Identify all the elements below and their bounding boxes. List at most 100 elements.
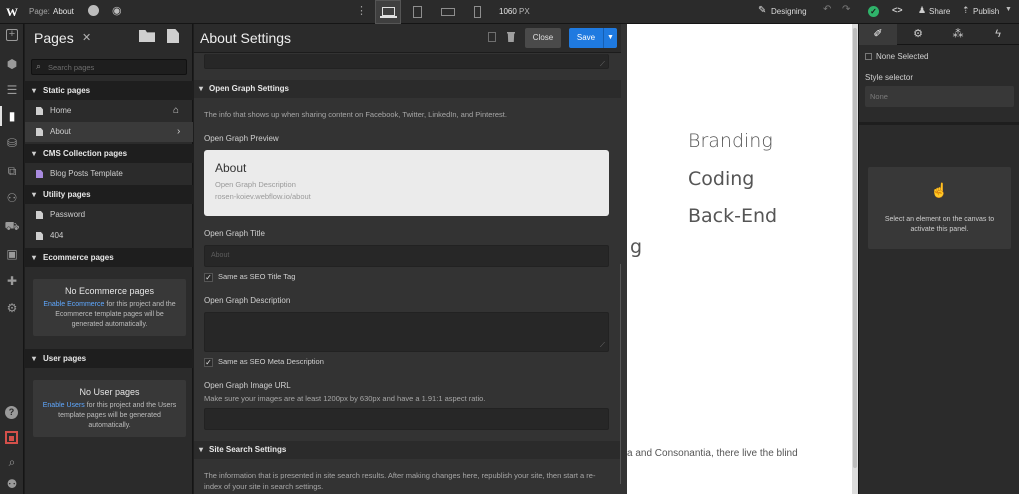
page-icon [36, 107, 43, 115]
tab-lightning-icon[interactable]: ϟ [979, 24, 1017, 45]
section-utility-pages[interactable]: Utility pages [25, 185, 193, 204]
ecommerce-empty-title: No Ecommerce pages [64, 286, 155, 296]
canvas-dark-strip [621, 24, 627, 494]
user-pages-empty-state: No User pages Enable Users for this proj… [33, 380, 186, 437]
users-icon[interactable]: ⚇ [4, 190, 20, 206]
tab-interactions-icon[interactable]: ⁂ [939, 24, 977, 45]
comment-icon[interactable] [88, 5, 99, 16]
canvas-scrollbar[interactable] [853, 28, 857, 468]
pages-search-input[interactable]: Search pages [48, 63, 94, 72]
page-item-label: Password [50, 210, 86, 219]
resize-handle-icon[interactable]: ⟋ [600, 61, 605, 69]
og-description-textarea[interactable] [204, 312, 609, 352]
open-graph-settings-header[interactable]: Open Graph Settings [194, 80, 621, 98]
ecommerce-icon[interactable]: ⧉ [4, 163, 20, 179]
canvas-word-coding[interactable]: Coding [688, 168, 754, 190]
undo-icon[interactable]: ↶ [823, 4, 831, 15]
save-options-chevron-icon[interactable]: ▼ [603, 28, 617, 48]
page-icon [36, 128, 43, 136]
current-page-name[interactable]: About [53, 7, 74, 16]
canvas-word-branding[interactable]: Branding [688, 130, 773, 152]
canvas-body-text[interactable]: a and Consonantia, there live the blind [627, 448, 798, 459]
canvas-partial-letter[interactable]: g [630, 236, 642, 258]
redo-icon[interactable]: ↷ [842, 4, 850, 15]
tablet-breakpoint-icon[interactable] [413, 6, 422, 18]
section-cms-collection-pages[interactable]: CMS Collection pages [25, 144, 193, 163]
page-item-password[interactable]: Password [25, 205, 193, 225]
resize-handle-icon[interactable]: ⟋ [600, 342, 605, 350]
published-status-icon[interactable]: ✓ [868, 6, 879, 17]
cms-page-icon [36, 170, 43, 178]
chevron-right-icon: › [177, 126, 181, 137]
og-description-label: Open Graph Description [204, 296, 291, 305]
mobile-portrait-icon[interactable] [474, 6, 481, 18]
og-title-input[interactable]: About [204, 245, 609, 267]
assets-images-icon[interactable]: ▣ [4, 246, 20, 262]
settings-title: About Settings [200, 30, 292, 46]
same-as-seo-description-checkbox[interactable]: ✓ Same as SEO Meta Description [204, 357, 324, 367]
ecommerce-empty-state: No Ecommerce pages Enable Ecommerce for … [33, 279, 186, 336]
search-icon[interactable]: ⌕ [4, 454, 20, 470]
symbols-cube-icon[interactable]: ⬢ [4, 56, 20, 72]
canvas-width-value[interactable]: 1060 PX [499, 7, 530, 16]
tab-style-brush-icon[interactable]: ✐ [859, 24, 897, 45]
publish-button[interactable]: Publish [973, 7, 999, 16]
cms-database-icon[interactable]: ⛁ [4, 135, 20, 151]
add-page-icon[interactable] [167, 29, 179, 43]
page-item-about[interactable]: About › [25, 122, 193, 142]
settings-gear-icon[interactable]: ⚙ [4, 300, 20, 316]
og-title-label: Open Graph Title [204, 229, 265, 238]
unchecked-box-icon [865, 53, 872, 60]
og-preview-url: rosen-koiev.webflow.io/about [215, 192, 311, 201]
mobile-landscape-icon[interactable] [441, 8, 455, 16]
tab-settings-gear-icon[interactable]: ⚙ [899, 24, 937, 45]
section-static-pages[interactable]: Static pages [25, 81, 193, 100]
preview-eye-icon[interactable]: ◉ [112, 4, 122, 17]
duplicate-icon[interactable] [488, 32, 496, 42]
home-icon: ⌂ [173, 105, 180, 116]
style-selector-input[interactable]: None [865, 86, 1014, 107]
page-item-404[interactable]: 404 [25, 226, 193, 246]
enable-ecommerce-link[interactable]: Enable Ecommerce [43, 301, 104, 308]
more-options-icon[interactable]: ⋮ [356, 4, 367, 17]
record-video-icon[interactable] [5, 431, 18, 444]
style-selector-label: Style selector [865, 73, 914, 82]
help-icon[interactable]: ? [5, 406, 18, 419]
cart-icon[interactable]: ⛟ [4, 218, 20, 234]
page-settings-panel: About Settings Close Save ▼ ⟋ Open Graph… [194, 24, 621, 494]
page-item-home[interactable]: Home ⌂ [25, 101, 193, 121]
add-folder-icon[interactable] [139, 30, 155, 42]
close-settings-button[interactable]: Close [525, 28, 561, 48]
publish-rocket-icon: ⇡ [962, 5, 970, 15]
pages-panel-title: Pages [34, 30, 74, 46]
site-search-text: The information that is presented in sit… [204, 471, 596, 491]
section-user-pages[interactable]: User pages [25, 349, 193, 368]
canvas-word-back-end[interactable]: Back-End [688, 205, 777, 227]
og-preview-description: Open Graph Description [215, 180, 296, 189]
share-button[interactable]: Share [929, 7, 950, 16]
pages-icon[interactable]: ▮ [4, 108, 20, 124]
design-canvas[interactable]: Branding Coding Back-End g a and Consona… [621, 24, 852, 494]
chevron-down-icon[interactable]: ▼ [1005, 6, 1012, 13]
save-button[interactable]: Save [569, 28, 603, 48]
apps-icon[interactable]: ✚ [4, 273, 20, 289]
add-elements-icon[interactable]: + [6, 29, 18, 41]
desktop-breakpoint-icon[interactable] [375, 0, 401, 24]
mode-designing[interactable]: Designing [771, 7, 807, 16]
previous-textarea[interactable] [204, 54, 609, 69]
trash-icon[interactable] [507, 32, 515, 42]
page-item-blog-posts-template[interactable]: Blog Posts Template [25, 164, 193, 184]
og-image-url-input[interactable] [204, 408, 609, 430]
site-search-settings-header[interactable]: Site Search Settings [194, 441, 621, 459]
navigator-icon[interactable]: ☰ [4, 82, 20, 98]
settings-header: About Settings Close Save ▼ [194, 24, 621, 53]
close-icon[interactable]: ✕ [82, 31, 91, 44]
collaborators-icon[interactable]: ⚉ [4, 476, 20, 492]
section-ecommerce-pages[interactable]: Ecommerce pages [25, 248, 193, 267]
same-as-seo-title-checkbox[interactable]: ✓ Same as SEO Title Tag [204, 272, 295, 282]
pages-search-box[interactable]: ⌕ Search pages [31, 59, 187, 75]
webflow-logo[interactable]: W [6, 5, 18, 20]
enable-users-link[interactable]: Enable Users [43, 402, 85, 409]
page-icon [36, 211, 43, 219]
code-export-icon[interactable]: <> [892, 5, 903, 15]
